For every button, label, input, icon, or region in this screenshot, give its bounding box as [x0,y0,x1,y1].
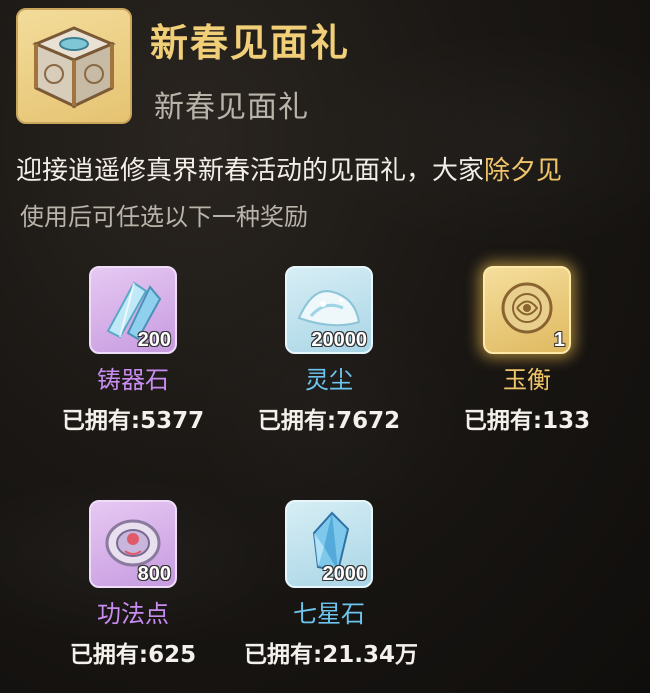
item-title: 新春见面礼 [150,21,351,65]
reward-option-qixingshi[interactable]: 2000 七星石 已拥有:21.34万 [244,500,418,669]
reward-option-yuheng[interactable]: 1 玉衡 已拥有:133 [442,266,612,435]
description-highlight: 除夕见 [484,156,563,186]
item-description: 迎接逍遥修真界新春活动的见面礼，大家除夕见 [16,150,562,187]
item-header: 新春见面礼 新春见面礼 [16,8,636,128]
reward-owned: 已拥有:5377 [61,408,205,434]
reward-owned: 已拥有:133 [463,408,591,434]
reward-name: 灵尘 [305,366,353,394]
reward-quantity: 1 [553,329,565,351]
reward-name: 玉衡 [503,366,551,394]
reward-tile[interactable]: 1 [483,266,571,354]
reward-owned: 已拥有:7672 [257,408,401,434]
reward-tile[interactable]: 20000 [285,266,373,354]
reward-name: 铸器石 [97,366,169,394]
item-subtitle: 新春见面礼 [154,90,309,125]
reward-quantity: 200 [137,329,171,351]
reward-tile[interactable]: 200 [89,266,177,354]
reward-name: 七星石 [293,600,365,628]
reward-option-gongfadian[interactable]: 800 功法点 已拥有:625 [48,500,218,669]
reward-option-zhuqishi[interactable]: 200 铸器石 已拥有:5377 [48,266,218,435]
reward-quantity: 800 [137,563,171,585]
reward-hint: 使用后可任选以下一种奖励 [20,203,308,231]
reward-option-lingchen[interactable]: 20000 灵尘 已拥有:7672 [244,266,414,435]
reward-quantity: 20000 [311,329,367,351]
reward-tile[interactable]: 800 [89,500,177,588]
reward-tile[interactable]: 2000 [285,500,373,588]
jade-token-icon [492,273,562,347]
description-text: 迎接逍遥修真界新春活动的见面礼，大家 [16,156,485,186]
reward-owned: 已拥有:625 [69,642,197,668]
reward-name: 功法点 [97,600,169,628]
reward-owned: 已拥有:21.34万 [244,642,418,668]
reward-quantity: 2000 [322,563,368,585]
gift-box-icon [16,8,132,124]
